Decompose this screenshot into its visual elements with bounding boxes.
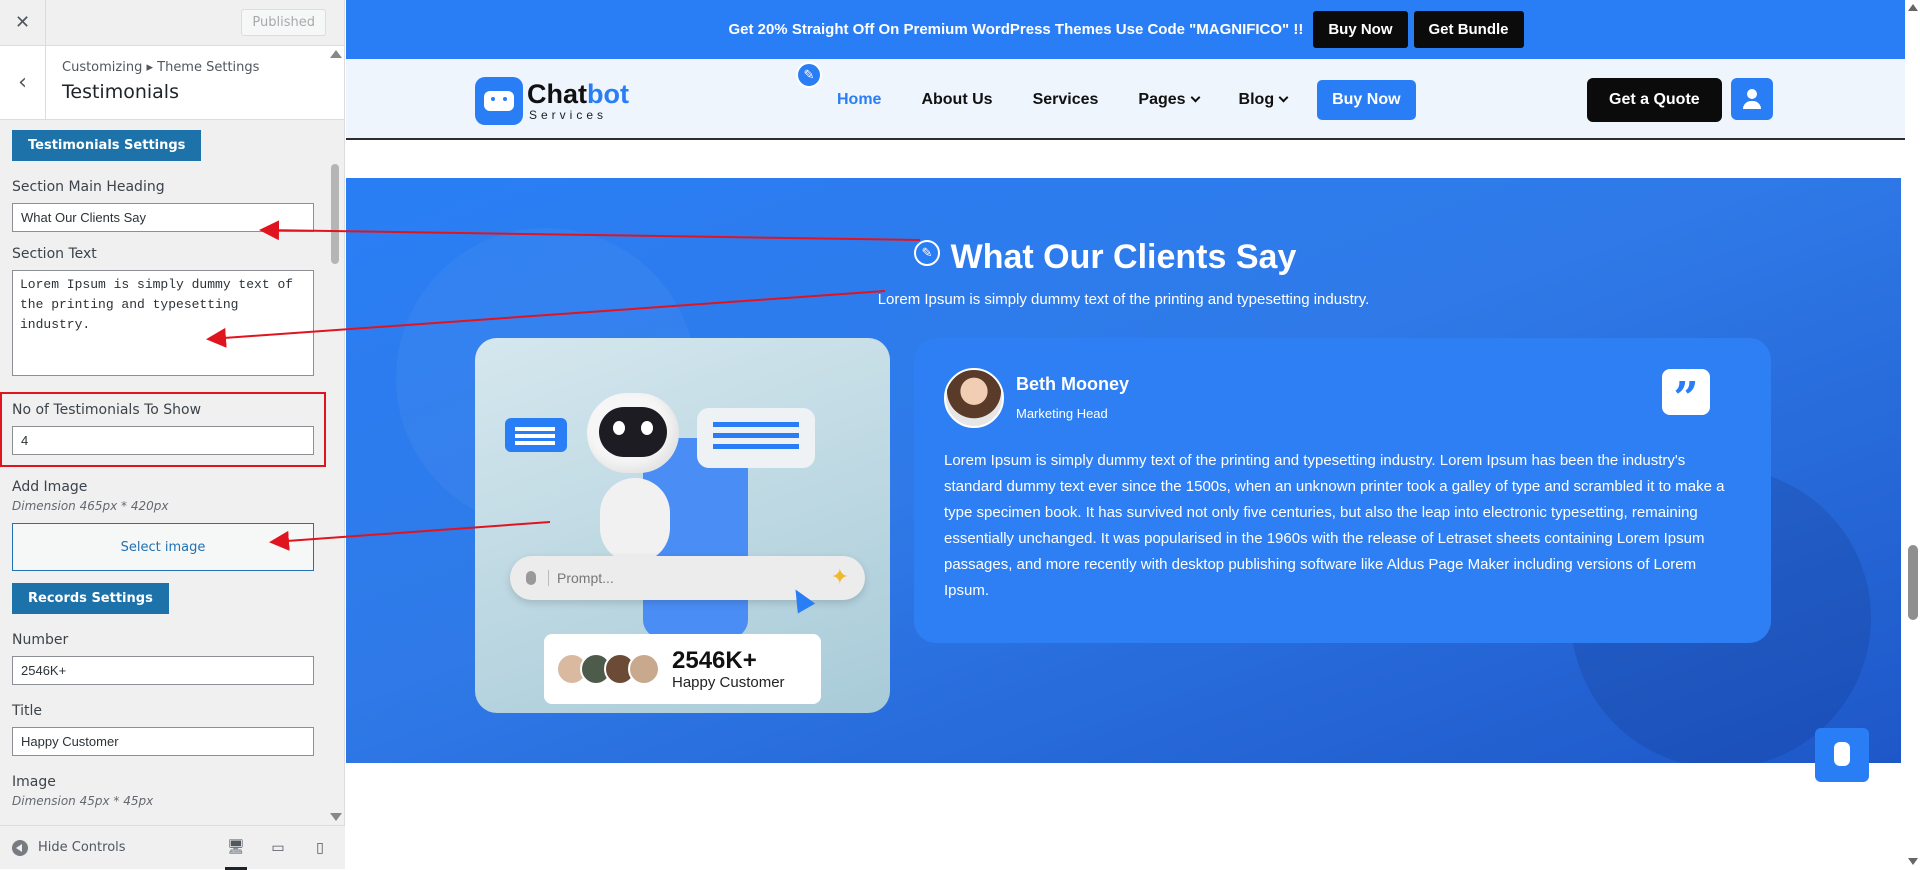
menu-item-blog[interactable]: Blog [1238,90,1289,109]
breadcrumb: Customizing ▸ Theme Settings [62,60,260,75]
close-icon[interactable]: ✕ [0,0,46,46]
chatbot-logo-icon [475,77,523,125]
main-menu: Home About Us Services Pages Blog Buy No… [837,59,1416,140]
menu-item-services[interactable]: Services [1033,91,1099,109]
testimonials-subtext: Lorem Ipsum is simply dummy text of the … [877,291,1370,308]
desktop-icon[interactable]: 🖥 [225,826,247,870]
robot-icon [587,393,679,473]
menu-buy-button[interactable]: Buy Now [1317,79,1416,120]
number-input[interactable] [12,656,314,685]
back-icon[interactable]: ‹ [0,46,46,119]
device-switcher: 🖥 ▭ ▯ [225,826,331,870]
records-card: 2546K+ Happy Customer [544,634,821,704]
customizer-footer: Hide Controls 🖥 ▭ ▯ [0,825,345,870]
testimonial-role: Marketing Head [1016,406,1108,421]
hide-controls-button[interactable]: Hide Controls [12,839,126,856]
site-logo[interactable]: Chatbot Services [475,77,629,125]
prompt-bar: Prompt... ✦ [510,556,865,600]
preview-scrollbar[interactable] [1905,0,1920,869]
menu-item-pages[interactable]: Pages [1138,90,1200,109]
add-image-hint: Dimension 465px * 420px [12,499,169,513]
customizer-scrollbar[interactable] [328,46,342,825]
title-input[interactable] [12,727,314,756]
chat-bubble-icon [697,408,815,468]
get-quote-button[interactable]: Get a Quote [1587,78,1722,122]
promo-buy-button[interactable]: Buy Now [1313,11,1408,48]
prompt-placeholder: Prompt... [548,570,614,586]
testimonial-text: Lorem Ipsum is simply dummy text of the … [944,452,1725,599]
no-testimonials-label: No of Testimonials To Show [12,402,202,418]
site-preview: Get 20% Straight Off On Premium WordPres… [346,0,1906,869]
promo-text: Get 20% Straight Off On Premium WordPres… [728,21,1304,38]
accessibility-icon[interactable] [1815,728,1869,782]
promo-bar: Get 20% Straight Off On Premium WordPres… [346,0,1906,59]
section-text-label: Section Text [12,246,97,262]
menu-item-about[interactable]: About Us [921,91,992,109]
customizer-panel: ✕ Published ‹ Customizing ▸ Theme Settin… [0,0,345,870]
testimonial-name: Beth Mooney [1016,374,1130,394]
customizer-controls: Testimonials Settings Section Main Headi… [0,120,326,825]
image-label: Image [12,774,56,790]
logo-main-text: Chat [527,78,587,109]
robot-body [600,478,670,563]
number-label: Number [12,632,69,648]
chevron-down-icon [1278,92,1289,103]
section-title: Testimonials [62,81,179,103]
testimonials-section: ✎ What Our Clients Say Lorem Ipsum is si… [346,178,1901,763]
scroll-thumb[interactable] [331,164,339,264]
site-header: Chatbot Services ✎ Home About Us Service… [346,59,1906,140]
user-icon[interactable] [1731,78,1773,120]
title-label: Title [12,703,43,719]
add-image-label: Add Image [12,479,88,495]
chevron-down-icon [1190,92,1200,103]
testimonials-settings-button[interactable]: Testimonials Settings [12,130,202,161]
records-number: 2546K+ [672,646,757,674]
tablet-icon[interactable]: ▭ [267,826,289,870]
avatar [944,368,1004,428]
main-heading-input[interactable] [12,203,314,232]
image-hint: Dimension 45px * 45px [12,794,154,808]
section-header: ‹ Customizing ▸ Theme Settings Testimoni… [0,46,344,120]
scroll-down-icon[interactable] [330,813,342,821]
scroll-up-icon[interactable] [330,50,342,58]
records-title: Happy Customer [672,673,785,691]
no-testimonials-input[interactable] [12,426,314,455]
menu-pages-label: Pages [1138,90,1186,108]
testimonials-heading: What Our Clients Say [950,238,1297,276]
records-settings-button[interactable]: Records Settings [12,583,169,614]
collapse-icon [12,839,28,856]
testimonials-count-highlight: No of Testimonials To Show [0,392,326,467]
testimonial-image-card: Prompt... ✦ 2546K+ Happy Customer [475,338,890,713]
avatar [628,653,660,685]
scroll-down-icon[interactable] [1908,858,1918,865]
customizer-top-bar: ✕ Published [0,0,344,46]
edit-shortcut-icon[interactable]: ✎ [796,62,822,88]
hide-controls-label: Hide Controls [38,840,126,855]
menu-blog-label: Blog [1238,90,1275,108]
section-text-input[interactable]: Lorem Ipsum is simply dummy text of the … [12,270,314,376]
chat-bubble-icon [505,418,567,452]
logo-subtitle: Services [529,107,608,122]
customer-avatars [556,653,660,685]
scroll-up-icon[interactable] [1908,4,1918,11]
testimonial-card: Beth Mooney Marketing Head ” Lorem Ipsum… [914,338,1771,643]
select-image-button[interactable]: Select image [12,523,314,571]
mobile-icon[interactable]: ▯ [309,826,331,870]
scroll-thumb[interactable] [1908,545,1918,620]
logo-accent-text: bot [587,78,629,109]
menu-item-home[interactable]: Home [837,91,881,109]
main-heading-label: Section Main Heading [12,179,165,195]
promo-bundle-button[interactable]: Get Bundle [1413,11,1524,48]
microphone-icon [526,571,536,585]
quote-icon: ” [1662,369,1710,424]
sparkle-icon: ✦ [830,564,849,589]
publish-button[interactable]: Published [241,9,326,36]
